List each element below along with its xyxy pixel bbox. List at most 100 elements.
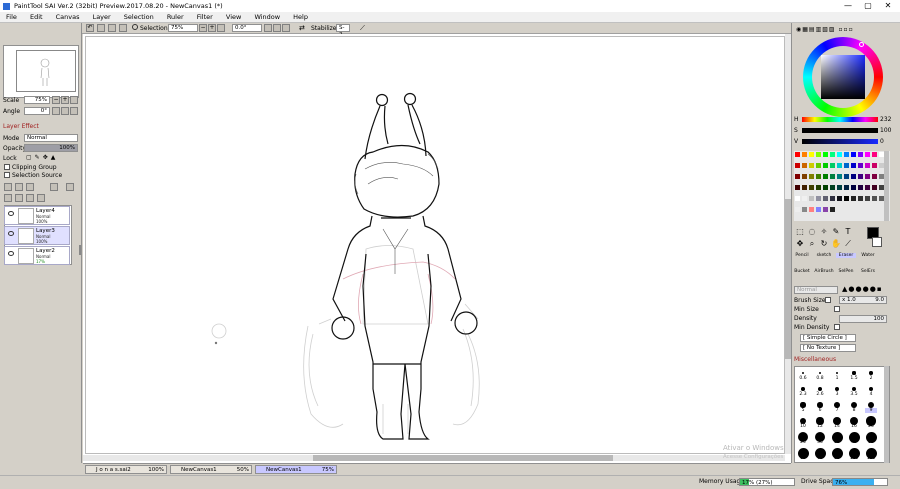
- menu-view[interactable]: View: [226, 13, 241, 21]
- color-swatch[interactable]: [844, 152, 849, 157]
- selers-tool-label[interactable]: SelErs: [858, 269, 878, 274]
- zoom-field[interactable]: 75%: [168, 24, 198, 32]
- density-slider[interactable]: 100: [839, 315, 887, 323]
- layer-effect-header[interactable]: Layer Effect: [3, 123, 39, 130]
- color-swatch[interactable]: [865, 152, 870, 157]
- color-swatch[interactable]: [865, 174, 870, 179]
- rotate-left-button[interactable]: [264, 24, 272, 32]
- color-swatch[interactable]: [851, 152, 856, 157]
- move-icon[interactable]: ✥: [794, 238, 806, 250]
- color-swatch[interactable]: [809, 163, 814, 168]
- color-swatch[interactable]: [844, 174, 849, 179]
- minimize-button[interactable]: —: [838, 1, 858, 11]
- color-swatch[interactable]: [795, 207, 800, 212]
- color-swatch[interactable]: [809, 185, 814, 190]
- eraser-tool-label[interactable]: Eraser: [836, 253, 856, 258]
- eye-icon[interactable]: [132, 24, 138, 30]
- canvas-area[interactable]: Ativar o Windows Acesse Configurações: [83, 34, 791, 463]
- lock-icons[interactable]: ▢✎✥▲: [26, 154, 58, 161]
- color-swatch[interactable]: [823, 163, 828, 168]
- color-swatch[interactable]: [865, 196, 870, 201]
- brush-size-slider[interactable]: x 1.0 9.0: [839, 296, 887, 304]
- color-swatch[interactable]: [851, 196, 856, 201]
- color-swatch[interactable]: [872, 185, 877, 190]
- tab-jonas[interactable]: J o n a s.sai2 100%: [85, 465, 167, 474]
- scale-reset-button[interactable]: [70, 96, 78, 104]
- color-swatch[interactable]: [816, 196, 821, 201]
- color-swatch[interactable]: [837, 163, 842, 168]
- stabilizer-select[interactable]: S-2: [336, 24, 350, 38]
- horizontal-scrollbar[interactable]: [83, 455, 785, 461]
- panel-splitter[interactable]: [79, 245, 81, 255]
- color-swatch[interactable]: [858, 185, 863, 190]
- rect-select-icon[interactable]: ⬚: [794, 226, 806, 238]
- maximize-button[interactable]: ▢: [858, 1, 878, 11]
- zoom-fit-button[interactable]: [217, 24, 225, 32]
- selection-source-checkbox[interactable]: [4, 172, 10, 178]
- brush-size-dot[interactable]: [869, 371, 873, 375]
- new-linework-icon[interactable]: [15, 183, 23, 191]
- copy-layer-icon[interactable]: [4, 194, 12, 202]
- h-slider[interactable]: [802, 117, 878, 122]
- zoom-out-button[interactable]: −: [199, 24, 207, 32]
- color-swatch[interactable]: [809, 196, 814, 201]
- magic-wand-icon[interactable]: ✧: [818, 226, 830, 238]
- color-swatch[interactable]: [844, 196, 849, 201]
- color-swatch[interactable]: [795, 163, 800, 168]
- visibility-eye-icon[interactable]: [8, 251, 14, 256]
- color-swatch[interactable]: [851, 163, 856, 168]
- size-grid-scrollbar[interactable]: [884, 366, 889, 463]
- color-swatch[interactable]: [872, 174, 877, 179]
- blend-mode-select[interactable]: Normal: [24, 134, 78, 142]
- brush-blend-select[interactable]: Normal: [794, 286, 838, 294]
- brush-size-dot[interactable]: [868, 386, 874, 392]
- color-swatch[interactable]: [858, 174, 863, 179]
- color-swatch[interactable]: [872, 152, 877, 157]
- airbrush-tool-label[interactable]: AirBrush: [814, 269, 834, 274]
- clear-layer-icon[interactable]: [26, 194, 34, 202]
- color-swatch[interactable]: [802, 185, 807, 190]
- brush-size-dot[interactable]: [852, 371, 856, 375]
- zoom-in-button[interactable]: +: [208, 24, 216, 32]
- color-swatch[interactable]: [823, 152, 828, 157]
- layer-settings-icon[interactable]: [50, 183, 58, 191]
- water-tool-label[interactable]: Water: [858, 253, 878, 258]
- menu-edit[interactable]: Edit: [30, 13, 43, 21]
- brush-shape-select[interactable]: [ Simple Circle ]: [800, 334, 856, 342]
- menu-selection[interactable]: Selection: [124, 13, 154, 21]
- opacity-slider[interactable]: 100%: [24, 144, 78, 152]
- visibility-eye-icon[interactable]: [8, 231, 14, 236]
- flip-icon[interactable]: ⇄: [299, 24, 305, 32]
- color-swatch[interactable]: [830, 185, 835, 190]
- color-swatch[interactable]: [865, 185, 870, 190]
- scale-field[interactable]: 75%: [24, 96, 50, 104]
- brush-size-dot[interactable]: [800, 402, 806, 408]
- close-button[interactable]: ✕: [878, 1, 898, 11]
- color-swatch[interactable]: [802, 174, 807, 179]
- layer-row-layer2[interactable]: Layer2 Normal 17%: [4, 246, 70, 265]
- color-swatch[interactable]: [795, 196, 800, 201]
- color-swatch[interactable]: [830, 152, 835, 157]
- delete-layer-icon[interactable]: [37, 194, 45, 202]
- pen-icon[interactable]: ⟋: [360, 24, 365, 33]
- menu-window[interactable]: Window: [254, 13, 280, 21]
- navigator-preview[interactable]: [3, 45, 79, 98]
- color-swatch[interactable]: [872, 163, 877, 168]
- brush-size-grid[interactable]: 0.6 0.8 1 1.5 2 2.3 2.6 3 3.5 4 5 6 7 8 9 10 12 14 16 20 25 3…: [794, 366, 890, 463]
- min-density-checkbox[interactable]: [834, 324, 840, 330]
- angle-field-nav[interactable]: 0°: [24, 107, 50, 115]
- color-swatch[interactable]: [844, 163, 849, 168]
- brush-size-dot[interactable]: [834, 386, 840, 392]
- brush-shape-buttons[interactable]: ▲●●●●▪: [842, 285, 883, 293]
- color-swatch[interactable]: [795, 152, 800, 157]
- undo-icon[interactable]: ↶: [86, 24, 94, 32]
- color-swatch[interactable]: [816, 174, 821, 179]
- sv-square[interactable]: [821, 55, 865, 99]
- deselect-icon[interactable]: [108, 24, 116, 32]
- v-slider[interactable]: [802, 139, 878, 144]
- merge-down-icon[interactable]: [15, 194, 23, 202]
- color-swatch[interactable]: [809, 174, 814, 179]
- color-swatch[interactable]: [802, 152, 807, 157]
- brush-size-checkbox[interactable]: [825, 297, 831, 303]
- visibility-eye-icon[interactable]: [8, 211, 14, 216]
